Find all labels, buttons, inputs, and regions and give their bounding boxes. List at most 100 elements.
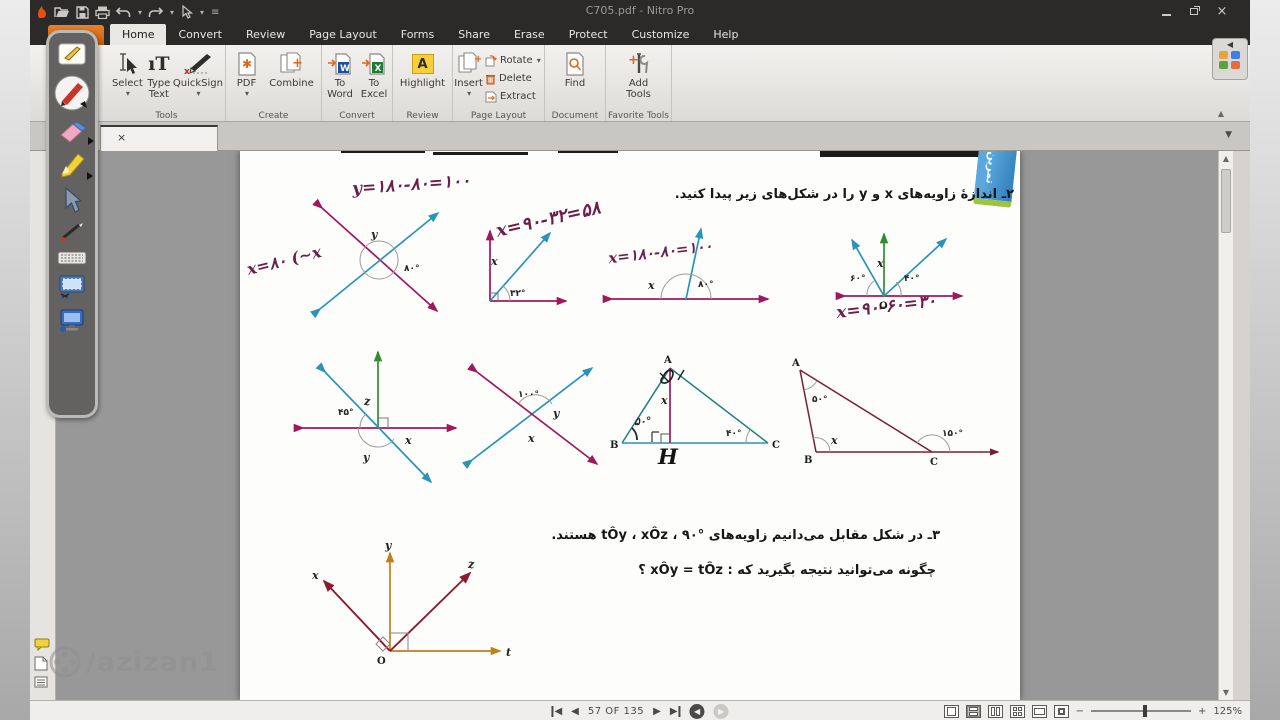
figure-g: A B C x ۵۰° ۴۰° xyxy=(610,355,780,451)
pen-tool-button[interactable] xyxy=(53,74,91,112)
insert-label: Insert xyxy=(454,78,483,89)
svg-text:y: y xyxy=(362,451,371,464)
select-button[interactable]: Select ▾ xyxy=(110,48,145,109)
eraser-tool-button[interactable] xyxy=(57,121,94,145)
zoom-out-button[interactable]: − xyxy=(1076,706,1084,717)
fit-width-view-button[interactable] xyxy=(1031,704,1047,718)
excel-letter: X xyxy=(375,64,382,74)
quicksign-label: QuickSign xyxy=(172,78,223,89)
tab-home[interactable]: Home xyxy=(110,24,167,45)
svg-text:✱: ✱ xyxy=(242,57,252,71)
single-page-view-button[interactable] xyxy=(943,704,959,718)
svg-text:۳۲°: ۳۲° xyxy=(510,289,526,299)
collapse-ribbon-icon[interactable]: ▲ xyxy=(1218,109,1224,118)
tab-erase[interactable]: Erase xyxy=(502,24,557,45)
continuous-view-button[interactable] xyxy=(965,704,981,718)
find-button[interactable]: Find xyxy=(555,48,595,109)
document-area: تمرین ۲ـ اندازهٔ زاویه‌های x و y را در ش… xyxy=(30,151,1250,700)
tab-review[interactable]: Review xyxy=(234,24,297,45)
window-title: C705.pdf - Nitro Pro xyxy=(585,4,695,17)
zoom-level[interactable]: 125% xyxy=(1213,706,1242,717)
previous-view-button[interactable]: ◀ xyxy=(689,703,705,719)
app-window: ▾ ▾ ▾ ≡ C705.pdf - Nitro Pro × File Home… xyxy=(30,0,1250,720)
zoom-in-button[interactable]: + xyxy=(1198,706,1206,717)
svg-text:۵۰°: ۵۰° xyxy=(812,395,828,405)
combine-icon: + xyxy=(279,50,305,78)
svg-text:x: x xyxy=(311,569,319,582)
expand-panel-icon[interactable]: ◀ xyxy=(1213,39,1247,51)
document-tab[interactable]: × xyxy=(100,125,218,151)
rotate-caret-icon: ▾ xyxy=(536,56,541,65)
restore-button[interactable] xyxy=(1180,0,1208,22)
type-text-button[interactable]: ıT Type Text xyxy=(147,48,171,109)
last-page-button[interactable]: ▶ xyxy=(670,705,681,717)
svg-text:y: y xyxy=(552,407,561,420)
svg-text:+: + xyxy=(292,56,303,71)
pdf-page[interactable]: تمرین ۲ـ اندازهٔ زاویه‌های x و y را در ش… xyxy=(240,151,1020,700)
bookmarks-panel-icon[interactable] xyxy=(34,676,48,688)
tab-forms[interactable]: Forms xyxy=(389,24,446,45)
first-page-button[interactable]: ◀ xyxy=(551,705,562,717)
scroll-up-icon[interactable]: ▲ xyxy=(1219,154,1233,163)
tab-protect[interactable]: Protect xyxy=(557,24,620,45)
add-tools-button[interactable]: + Add Tools xyxy=(616,48,662,109)
whiteboard-tool-button[interactable] xyxy=(58,43,86,65)
to-word-button[interactable]: W To Word xyxy=(324,48,356,109)
highlight-button[interactable]: A Highlight xyxy=(397,48,449,109)
page-indicator[interactable]: 57 OF 135 xyxy=(588,706,644,717)
next-page-button[interactable]: ▶ xyxy=(653,706,661,717)
tab-share[interactable]: Share xyxy=(446,24,502,45)
svg-text:+: + xyxy=(628,53,639,68)
tab-list-dropdown-icon[interactable]: ▼ xyxy=(1225,130,1232,140)
figure-i: y z x t O xyxy=(311,539,511,667)
tab-convert[interactable]: Convert xyxy=(166,24,234,45)
scrollbar-thumb[interactable] xyxy=(1221,169,1231,233)
highlighter-tool-button[interactable] xyxy=(58,152,93,180)
pdf-caret-icon: ▾ xyxy=(244,89,249,98)
zoom-slider-thumb[interactable] xyxy=(1143,705,1148,717)
collapsed-panel[interactable]: ◀ xyxy=(1212,38,1248,80)
minimize-button[interactable] xyxy=(1152,0,1180,22)
facing-continuous-view-button[interactable] xyxy=(1009,704,1025,718)
insert-button[interactable]: + Insert ▾ xyxy=(454,48,483,109)
cursor-tool-button[interactable] xyxy=(62,187,82,213)
combine-button[interactable]: + Combine xyxy=(266,48,318,109)
rotate-button[interactable]: Rotate ▾ xyxy=(485,53,541,69)
select-icon xyxy=(116,50,138,78)
insert-icon: + xyxy=(457,50,481,78)
find-icon xyxy=(565,50,585,78)
tab-page-layout[interactable]: Page Layout xyxy=(297,24,389,45)
pages-panel-icon[interactable] xyxy=(34,656,48,671)
extract-button[interactable]: Extract xyxy=(485,89,541,105)
zoom-slider[interactable] xyxy=(1091,705,1192,717)
pointer-pen-icon xyxy=(61,223,83,241)
next-view-button[interactable]: ▶ xyxy=(713,703,729,719)
close-tab-icon[interactable]: × xyxy=(117,131,126,144)
find-label: Find xyxy=(564,78,586,89)
fit-page-view-button[interactable] xyxy=(1053,704,1069,718)
tab-customize[interactable]: Customize xyxy=(620,24,702,45)
screen-capture-tool-button[interactable] xyxy=(57,274,87,300)
previous-page-button[interactable]: ◀ xyxy=(571,706,579,717)
ribbon-group-favorite-tools: + Add Tools Favorite Tools xyxy=(606,45,672,121)
quicksign-button[interactable]: x QuickSign ▾ xyxy=(173,48,223,109)
delete-button[interactable]: Delete xyxy=(485,71,541,87)
svg-text:A: A xyxy=(791,358,800,369)
tab-help[interactable]: Help xyxy=(701,24,750,45)
facing-pages-view-button[interactable] xyxy=(987,704,1003,718)
close-button[interactable]: × xyxy=(1208,0,1236,22)
figure-f: ۱۰۰° y x xyxy=(461,362,599,470)
scroll-down-icon[interactable]: ▼ xyxy=(1219,688,1233,697)
svg-text:۴۰°: ۴۰° xyxy=(904,274,920,284)
add-tools-label: Add Tools xyxy=(626,78,651,100)
svg-text:۵۰°: ۵۰° xyxy=(634,415,651,428)
pdf-icon: ✱ xyxy=(237,50,257,78)
panel-star-icon xyxy=(1231,61,1240,69)
monitor-tool-button[interactable] xyxy=(58,309,86,333)
pdf-button[interactable]: ✱ PDF ▾ xyxy=(230,48,264,109)
vertical-scrollbar[interactable]: ▲ ▼ xyxy=(1218,151,1233,700)
pointer-pen-tool-button[interactable] xyxy=(59,222,85,242)
to-excel-button[interactable]: X To Excel xyxy=(358,48,390,109)
pen-icon xyxy=(54,75,90,111)
keyboard-tool-button[interactable] xyxy=(57,251,87,265)
